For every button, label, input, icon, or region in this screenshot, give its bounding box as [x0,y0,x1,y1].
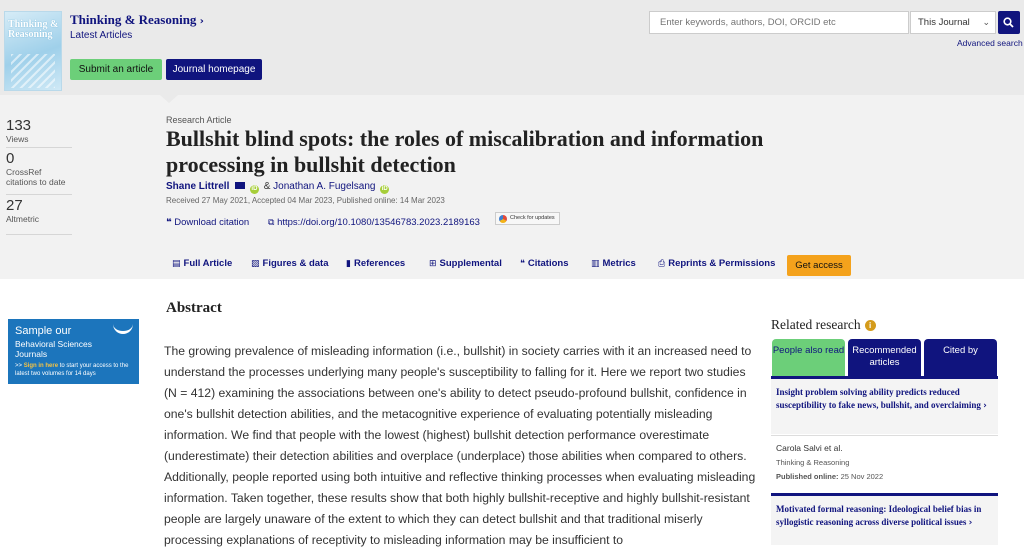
chevron-right-icon: › [968,518,973,528]
tab-figures-data[interactable]: ▨ Figures & data [251,258,329,269]
lamp-icon [113,324,133,334]
metric-value: 133 [6,117,32,134]
metric-label: Altmetric [6,214,40,224]
check-for-updates-badge[interactable]: Check for updates [495,212,560,225]
metric-views: 133 Views [6,117,72,148]
download-citation-label: Download citation [174,217,250,228]
tab-label: Metrics [602,258,636,269]
article-header [0,95,1024,279]
print-icon: ⎙ [658,258,666,268]
article-dates: Received 27 May 2021, Accepted 04 Mar 20… [166,196,445,205]
crossmark-icon [499,215,507,223]
email-icon[interactable] [235,182,246,189]
chevron-down-icon: ⌄ [982,17,990,27]
tab-label: Full Article [183,258,233,269]
tab-label: References [353,258,406,269]
author-separator: & [263,181,271,192]
journal-cover-image[interactable]: Thinking & Reasoning [4,11,62,91]
tab-references[interactable]: ▮ References [346,258,405,269]
download-citation-link[interactable]: ❝ Download citation [166,217,249,228]
metric-label: Views [6,134,29,144]
author-link[interactable]: Jonathan A. Fugelsang [273,181,375,192]
tab-cited-by[interactable]: Cited by [924,339,997,376]
tab-people-also-read[interactable]: People also read [772,339,845,376]
tab-citations[interactable]: ❝ Citations [520,258,568,269]
author-list: Shane Littrell iD & Jonathan A. Fugelsan… [166,181,391,194]
cover-title: Thinking & Reasoning [8,19,59,40]
quote-icon: ❝ [166,217,172,228]
quote-icon: ❝ [520,258,525,268]
tab-recommended-articles[interactable]: Recommended articles [848,339,921,376]
metric-value: 27 [6,197,23,214]
chevron-right-icon: › [199,16,204,27]
search-scope-value: This Journal [918,17,970,28]
chevron-right-icon: › [983,401,987,411]
plus-icon: ⊞ [429,258,437,268]
promo-heading: Sample our [15,325,72,337]
divider [771,435,998,436]
related-item-published: Published online: 25 Nov 2022 [776,472,883,481]
related-item[interactable]: Motivated formal reasoning: Ideological … [771,496,998,545]
bar-chart-icon: ▥ [591,258,600,268]
search-input[interactable] [649,11,909,34]
published-date: 25 Nov 2022 [840,472,884,481]
journal-title-link[interactable]: Thinking & Reasoning › [70,12,204,28]
image-icon: ▨ [251,258,260,268]
promo-arrows: >> [15,363,23,369]
tab-reprints-permissions[interactable]: ⎙ Reprints & Permissions [658,258,775,269]
tab-label: Supplemental [439,258,502,269]
article-title: Bullshit blind spots: the roles of misca… [166,126,764,177]
search-scope-select[interactable]: This Journal ⌄ [910,11,996,34]
document-icon: ▤ [172,258,181,268]
metric-label: CrossRef citations to date [6,167,66,187]
related-item-title[interactable]: Motivated formal reasoning: Ideological … [776,504,981,527]
author-link[interactable]: Shane Littrell [166,181,229,192]
metric-crossref: 0 CrossRef citations to date [6,150,72,195]
metric-altmetric[interactable]: 27 Altmetric [6,197,72,235]
promo-subheading: Behavioral Sciences Journals [15,339,93,359]
latest-articles-link[interactable]: Latest Articles [70,30,132,41]
get-access-button[interactable]: Get access [787,255,851,276]
doi-label: https://doi.org/10.1080/13546783.2023.21… [277,217,480,228]
promo-sign-in-link[interactable]: Sign in here [24,363,58,369]
related-research-title: Related research [771,317,861,332]
tab-label: Citations [527,258,569,269]
journal-homepage-button[interactable]: Journal homepage [166,59,262,80]
tab-label: Reprints & Permissions [668,258,776,269]
abstract-text: The growing prevalence of misleading inf… [164,344,756,547]
search-button[interactable] [998,11,1020,34]
search-icon [1003,17,1014,28]
related-item-title[interactable]: Insight problem solving ability predicts… [776,387,981,410]
book-icon: ▮ [346,258,351,268]
promo-text: >> Sign in here to start your access to … [15,362,139,378]
doi-link[interactable]: ⧉ https://doi.org/10.1080/13546783.2023.… [268,217,480,228]
related-item-author: Carola Salvi et al. [776,443,843,453]
abstract-heading: Abstract [166,300,222,316]
tab-supplemental[interactable]: ⊞ Supplemental [429,258,502,269]
related-item-title-wrap: Insight problem solving ability predicts… [771,379,998,413]
tab-metrics[interactable]: ▥ Metrics [591,258,636,269]
header-pointer [160,95,178,103]
promo-banner[interactable]: Sample our Behavioral Sciences Journals … [8,319,139,384]
metric-value: 0 [6,150,15,167]
related-research-heading: Related research i [771,317,876,333]
check-updates-label: Check for updates [510,215,555,221]
journal-title: Thinking & Reasoning [70,12,197,27]
advanced-search-link[interactable]: Advanced search [957,38,1023,48]
tab-label: Figures & data [262,258,329,269]
related-item-title-wrap: Motivated formal reasoning: Ideological … [771,496,998,530]
submit-article-button[interactable]: Submit an article [70,59,162,80]
external-link-icon: ⧉ [268,217,275,227]
info-icon[interactable]: i [864,320,876,331]
related-item-journal: Thinking & Reasoning [776,458,850,467]
published-label: Published online: [776,472,839,481]
tab-full-article[interactable]: ▤ Full Article [172,258,232,269]
orcid-icon[interactable]: iD [249,185,259,194]
related-item[interactable]: Insight problem solving ability predicts… [771,379,998,434]
orcid-icon[interactable]: iD [380,185,390,194]
cover-pattern [11,54,55,88]
article-type: Research Article [166,115,232,125]
